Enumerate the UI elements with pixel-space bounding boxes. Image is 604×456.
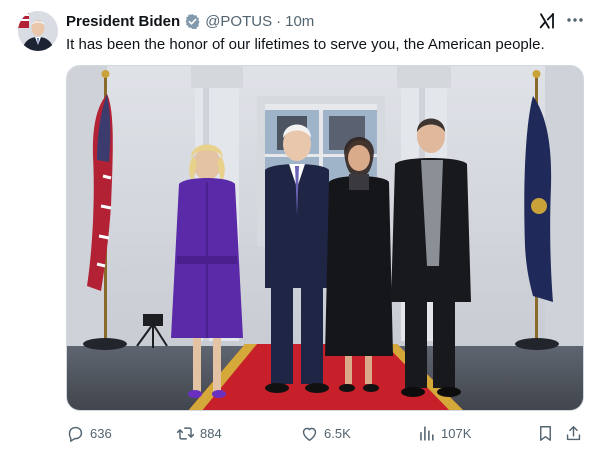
header-separator: · — [276, 12, 282, 30]
more-icon[interactable] — [565, 10, 585, 30]
author-avatar[interactable] — [18, 11, 58, 51]
heart-icon — [302, 427, 317, 441]
reply-button[interactable]: 636 — [66, 422, 112, 444]
share-button[interactable] — [564, 422, 588, 444]
author-handle[interactable]: @POTUS — [205, 13, 272, 30]
repost-count: 884 — [200, 425, 222, 441]
post-card[interactable]: President Biden @POTUS · 10m It has been… — [0, 0, 604, 456]
like-button[interactable]: 6.5K — [300, 422, 351, 444]
post-actions: 636 884 6.5K 107K — [66, 422, 586, 444]
repost-icon — [176, 426, 195, 440]
views-count: 107K — [441, 425, 472, 441]
post-timestamp[interactable]: 10m — [285, 13, 314, 30]
reply-icon — [68, 426, 83, 442]
like-count: 6.5K — [324, 425, 351, 441]
bookmark-icon — [540, 425, 551, 441]
repost-button[interactable]: 884 — [176, 422, 222, 444]
post-photo[interactable] — [66, 65, 584, 411]
share-icon — [566, 425, 581, 440]
bookmark-button[interactable] — [536, 422, 560, 444]
reply-count: 636 — [90, 425, 112, 441]
views-icon — [420, 425, 434, 441]
author-name[interactable]: President Biden — [66, 13, 180, 30]
post-text: It has been the honor of our lifetimes t… — [66, 36, 545, 53]
verified-badge-icon — [184, 13, 201, 30]
post-header: President Biden @POTUS · 10m — [66, 11, 314, 31]
views-button[interactable]: 107K — [417, 422, 471, 444]
grok-icon[interactable] — [538, 12, 556, 30]
